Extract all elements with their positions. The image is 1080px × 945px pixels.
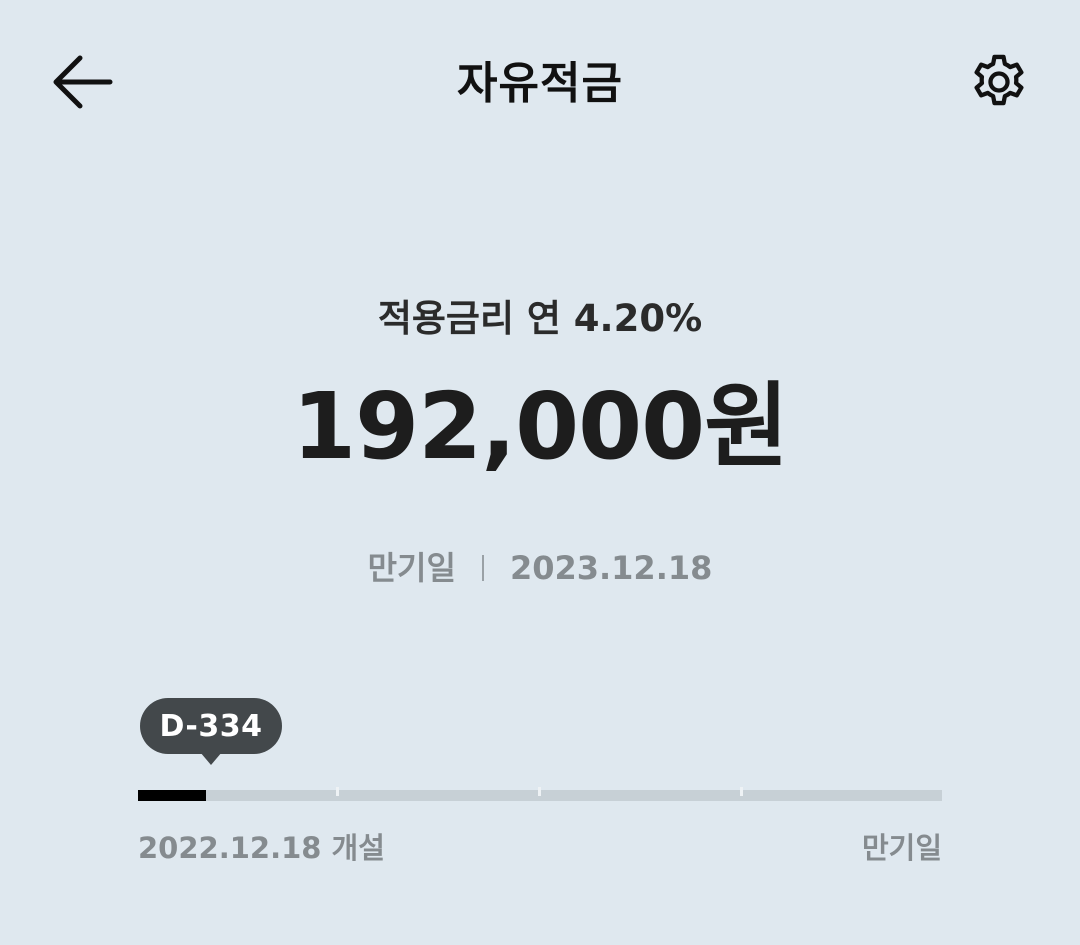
progress-tick — [740, 787, 743, 796]
gear-icon — [974, 54, 1024, 106]
page-title: 자유적금 — [457, 58, 623, 109]
opening-date-label: 2022.12.18 개설 — [138, 831, 385, 865]
interest-rate-text: 적용금리 연 4.20% — [377, 297, 703, 340]
maturity-label: 만기일 — [367, 549, 456, 587]
maturity-row: 만기일 2023.12.18 — [0, 546, 1080, 590]
progress-fill — [138, 790, 207, 801]
dday-badge-pointer — [200, 752, 222, 765]
progress-section: D-334 2022.12.18 개설 만기일 — [138, 690, 942, 880]
maturity-end-label: 만기일 — [861, 831, 942, 865]
dday-badge: D-334 — [140, 698, 282, 754]
maturity-date: 2023.12.18 — [509, 549, 713, 587]
progress-tick — [336, 787, 339, 796]
app-header: 자유적금 — [0, 0, 1080, 160]
settings-button[interactable] — [962, 45, 1036, 119]
maturity-divider — [481, 555, 484, 581]
progress-track — [138, 787, 942, 801]
progress-tick — [538, 787, 541, 796]
balance-amount: 192,000원 — [292, 373, 789, 480]
